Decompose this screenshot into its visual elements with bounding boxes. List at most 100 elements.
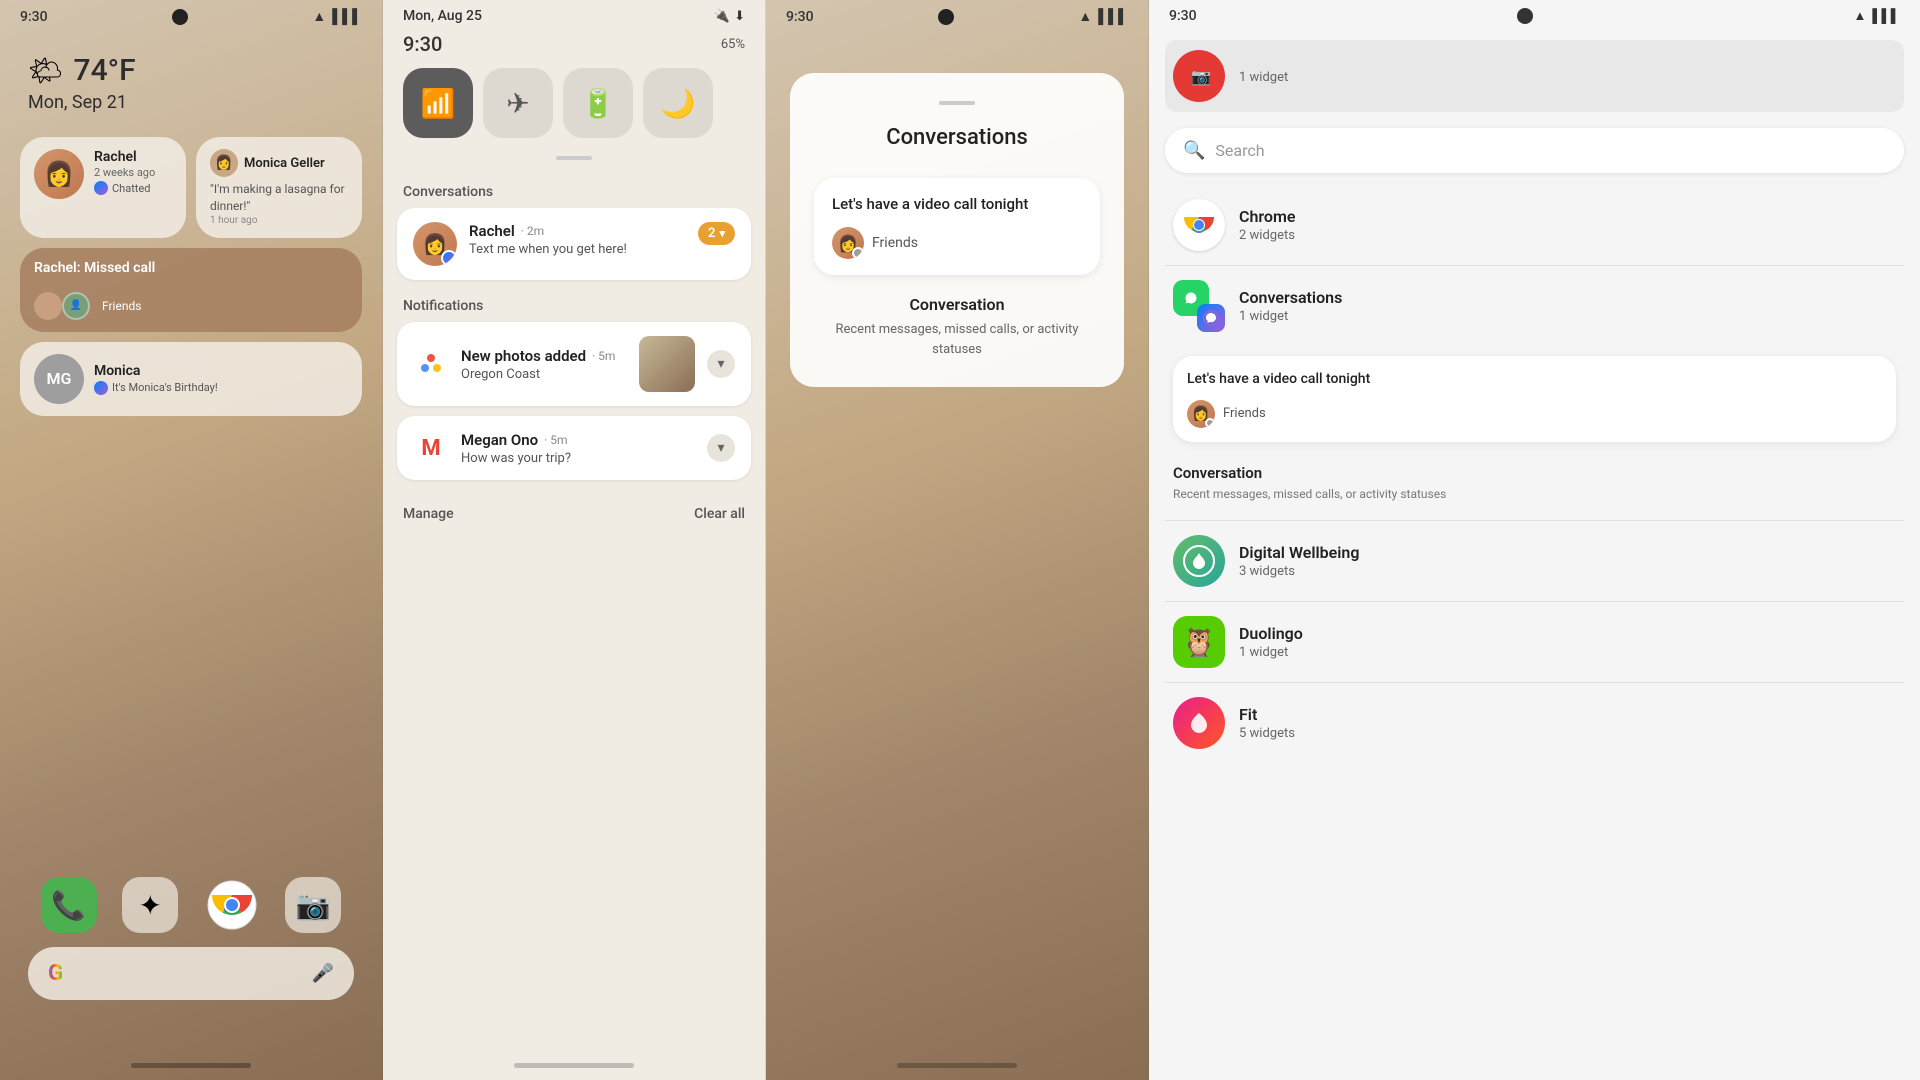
duolingo-widget-item[interactable]: 🦉 Duolingo 1 widget (1165, 602, 1904, 683)
clear-all-button[interactable]: Clear all (694, 506, 745, 522)
megan-expand-btn[interactable]: ▾ (707, 434, 735, 462)
wifi-icon: ▲ (312, 8, 326, 25)
conversations-widget-info: Conversations 1 widget (1239, 288, 1896, 324)
conv-widget-info-title: Conversation (1173, 464, 1446, 482)
weather-temp: 74°F (74, 53, 136, 88)
weather-section: 🌤 74°F Mon, Sep 21 (0, 33, 382, 123)
rachel-conv-card[interactable]: 👩 Rachel 2 weeks ago Chatted (20, 137, 186, 238)
widget-drag-handle (939, 101, 975, 105)
rachel-status: Chatted (94, 181, 172, 195)
conv-preview-group-name: Friends (872, 235, 918, 251)
rachel-notif-name-row: Rachel · 2m (469, 222, 686, 240)
rachel-notif-badge[interactable]: 2 ▾ (698, 222, 735, 245)
monica-geller-card[interactable]: 👩 Monica Geller "I'm making a lasagna fo… (196, 137, 362, 238)
missed-call-card[interactable]: Rachel: Missed call 👤 Friends (20, 248, 362, 332)
mic-icon[interactable]: 🎤 (312, 963, 334, 984)
manage-button[interactable]: Manage (403, 506, 454, 522)
monica-birthday-card[interactable]: MG Monica It's Monica's Birthday! (20, 342, 362, 416)
megan-notif-msg: How was your trip? (461, 451, 695, 466)
conv-preview-card[interactable]: Let's have a video call tonight 👩 Friend… (814, 178, 1100, 275)
wifi-tile[interactable]: 📶 (403, 68, 473, 138)
photos-notif-content: New photos added · 5m Oregon Coast (461, 347, 627, 382)
megan-notif-name-row: Megan Ono · 5m (461, 431, 695, 449)
rachel-notif-card[interactable]: 👩 Rachel · 2m Text me when you get here!… (397, 208, 751, 280)
partial-app-icon: 📷 (1173, 50, 1225, 102)
conv-widget-title: Conversations (886, 125, 1028, 150)
digital-wellbeing-widget-item[interactable]: Digital Wellbeing 3 widgets (1165, 521, 1904, 602)
conv-preview-msg-right: Let's have a video call tonight (1187, 370, 1882, 390)
digital-wellbeing-count: 3 widgets (1239, 564, 1896, 579)
monica-birthday-info: Monica It's Monica's Birthday! (94, 363, 348, 395)
conversations-widget-count: 1 widget (1239, 309, 1896, 324)
airplane-tile[interactable]: ✈ (483, 68, 553, 138)
chrome-widget-icon (1173, 199, 1225, 251)
messenger-svg (1202, 309, 1220, 327)
duolingo-icon: 🦉 (1173, 616, 1225, 668)
status-bar-widget-list: 9:30 ▲ ▌▌▌ (1149, 0, 1920, 32)
widget-search-box[interactable]: 🔍 Search (1165, 128, 1904, 173)
rachel-status-text: Chatted (112, 182, 150, 195)
messenger-icon-dual (1197, 304, 1225, 332)
fit-widget-item[interactable]: Fit 5 widgets (1165, 683, 1904, 763)
svg-text:📷: 📷 (1191, 67, 1211, 86)
notif-time-row: 9:30 65% (383, 30, 765, 58)
clock-app-icon[interactable]: ✦ (122, 877, 178, 933)
dnd-tile[interactable]: 🌙 (643, 68, 713, 138)
conv-row-1: 👩 Rachel 2 weeks ago Chatted 👩 Monica Ge… (20, 137, 362, 238)
weather-date: Mon, Sep 21 (28, 92, 354, 113)
camera-app-icon[interactable]: 📷 (285, 877, 341, 933)
camera-dot-widget (1517, 8, 1533, 24)
rachel-conv-info: Rachel 2 weeks ago Chatted (94, 149, 172, 195)
google-g-icon: G (48, 961, 63, 986)
fit-icon (1173, 697, 1225, 749)
notification-shade-panel: Mon, Aug 25 🔌 ⬇ 9:30 65% 📶 ✈ 🔋 🌙 Convers… (383, 0, 766, 1080)
battery-saver-tile[interactable]: 🔋 (563, 68, 633, 138)
conv-widget-info-block: Conversation Recent messages, missed cal… (1173, 456, 1446, 507)
wifi-icon-conv: ▲ (1078, 8, 1092, 25)
photos-notif-time: · 5m (592, 349, 615, 363)
status-bar-home: 9:30 ▲ ▌▌▌ (0, 0, 382, 33)
rachel-notif-content: Rachel · 2m Text me when you get here! (469, 222, 686, 257)
conv-widget-description: Conversation Recent messages, missed cal… (814, 295, 1100, 359)
conversations-preview-card[interactable]: Let's have a video call tonight 👩 Friend… (1173, 356, 1896, 442)
chrome-app-icon[interactable] (204, 877, 260, 933)
conv-preview-user-row: 👩 Friends (832, 227, 1082, 259)
status-icons-conv: ▲ ▌▌▌ (1078, 8, 1128, 25)
megan-notif-card[interactable]: M Megan Ono · 5m How was your trip? ▾ (397, 416, 751, 480)
camera-dot-home (172, 9, 188, 25)
signal-icon: ▌▌▌ (332, 8, 362, 25)
rachel-avatar: 👩 (34, 149, 84, 199)
avatar-group: 👤 (34, 292, 90, 320)
messenger-icon (94, 181, 108, 195)
rachel-notif-msg: Text me when you get here! (469, 242, 686, 257)
status-bar-notif: Mon, Aug 25 🔌 ⬇ (383, 0, 765, 30)
photos-expand-btn[interactable]: ▾ (707, 350, 735, 378)
home-indicator-notif (514, 1063, 634, 1068)
partial-app-info: 1 widget (1239, 68, 1896, 85)
mini-status-dot (1205, 418, 1215, 428)
camera-dot-conv (938, 9, 954, 25)
chrome-widget-item[interactable]: Chrome 2 widgets (1165, 185, 1904, 266)
photos-notif-card[interactable]: New photos added · 5m Oregon Coast ▾ (397, 322, 751, 406)
messenger-icon-monica (94, 381, 108, 395)
signal-icon-wl: ▌▌▌ (1872, 8, 1900, 24)
notif-date-top: Mon, Aug 25 (403, 8, 482, 24)
conversations-section-label: Conversations (383, 176, 765, 208)
chrome-widget-count: 2 widgets (1239, 228, 1896, 243)
quick-tiles-row: 📶 ✈ 🔋 🌙 (383, 58, 765, 148)
digital-wellbeing-icon (1173, 535, 1225, 587)
messenger-badge (441, 250, 457, 266)
status-icons-widget-list (1517, 8, 1533, 24)
partial-top-widget-item[interactable]: 📷 1 widget (1165, 40, 1904, 112)
missed-call-sub: 👤 Friends (34, 292, 141, 320)
photos-app-icon (413, 346, 449, 382)
fit-svg (1183, 707, 1215, 739)
signal-battery-widget: ▲ ▌▌▌ (1853, 8, 1900, 24)
digital-wellbeing-info: Digital Wellbeing 3 widgets (1239, 543, 1896, 579)
widget-scroll-top: 📷 1 widget (1149, 32, 1920, 116)
conversations-widget-item[interactable]: Conversations 1 widget Let's have a vide… (1165, 266, 1904, 521)
badge-count: 2 (708, 226, 715, 241)
home-dock: 📞 ✦ 📷 G 🎤 (0, 877, 382, 1020)
google-search-bar[interactable]: G 🎤 (28, 947, 354, 1000)
phone-app-icon[interactable]: 📞 (41, 877, 97, 933)
